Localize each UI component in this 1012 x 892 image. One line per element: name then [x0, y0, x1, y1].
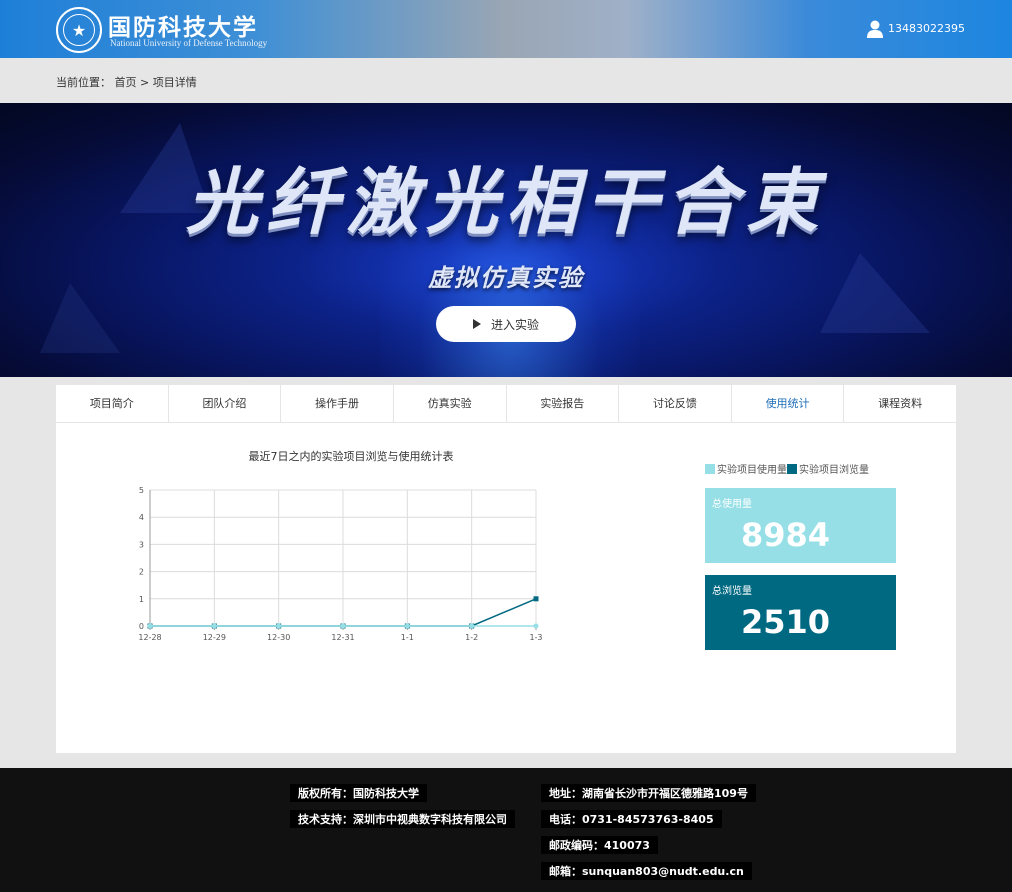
university-name-en: National University of Defense Technolog… — [110, 38, 268, 48]
chart-title: 最近7日之内的实验项目浏览与使用统计表 — [248, 450, 454, 463]
footer-phone: 电话：0731-84573763-8405 — [541, 810, 722, 828]
x-tick-label: 12-31 — [331, 633, 354, 642]
total-usage-label: 总使用量 — [712, 499, 752, 510]
data-point-usage — [211, 623, 217, 629]
total-usage-value: 8984 — [741, 516, 831, 554]
legend-swatch-usage — [705, 463, 715, 474]
user-phone[interactable]: 13483022395 — [888, 22, 965, 35]
y-tick-label: 5 — [139, 486, 144, 495]
tab-report[interactable]: 实验报告 — [507, 385, 620, 422]
breadcrumb-label: 当前位置： — [56, 76, 111, 89]
legend-swatch-views — [787, 463, 797, 474]
breadcrumb: 当前位置： 首页 > 项目详情 — [56, 74, 197, 90]
tab-team[interactable]: 团队介绍 — [169, 385, 282, 422]
y-tick-label: 3 — [139, 540, 144, 549]
x-tick-label: 12-28 — [138, 633, 161, 642]
total-views-card: 总浏览量 2510 — [705, 575, 896, 650]
tab-materials[interactable]: 课程资料 — [844, 385, 956, 422]
project-banner: 光纤激光相干合束 虚拟仿真实验 进入实验 — [0, 103, 1012, 377]
banner-decor-shard — [40, 283, 120, 353]
total-views-value: 2510 — [741, 603, 831, 641]
tab-intro[interactable]: 项目简介 — [56, 385, 169, 422]
legend-label-usage: 实验项目使用量 — [717, 465, 787, 476]
breadcrumb-home-link[interactable]: 首页 — [115, 76, 137, 89]
tab-statistics[interactable]: 使用统计 — [732, 385, 845, 422]
banner-subtitle: 虚拟仿真实验 — [428, 264, 584, 292]
data-point-views — [533, 596, 539, 602]
enter-experiment-label: 进入实验 — [490, 317, 539, 332]
y-tick-label: 0 — [139, 622, 144, 631]
total-usage-card: 总使用量 8984 — [705, 488, 896, 563]
chart-legend: 实验项目使用量 实验项目浏览量 — [705, 461, 869, 476]
tab-bar: 项目简介 团队介绍 操作手册 仿真实验 实验报告 讨论反馈 使用统计 课程资料 — [56, 385, 956, 423]
university-seal-logo[interactable]: ★ — [56, 7, 102, 53]
y-tick-label: 2 — [139, 568, 144, 577]
university-name-cn[interactable]: 国防科技大学 — [108, 8, 258, 42]
data-point-usage — [276, 623, 282, 629]
content-panel: 项目简介 团队介绍 操作手册 仿真实验 实验报告 讨论反馈 使用统计 课程资料 … — [56, 385, 956, 753]
data-point-usage — [340, 623, 346, 629]
play-icon — [472, 319, 481, 329]
top-header: ★ 国防科技大学 National University of Defense … — [0, 0, 1012, 58]
footer-address: 地址：湖南省长沙市开福区德雅路109号 — [541, 784, 756, 802]
x-tick-label: 1-1 — [401, 633, 414, 642]
enter-experiment-button[interactable]: 进入实验 — [436, 306, 576, 342]
data-point-usage — [147, 623, 153, 629]
legend-label-views: 实验项目浏览量 — [799, 465, 869, 476]
y-tick-label: 4 — [139, 513, 144, 522]
tab-feedback[interactable]: 讨论反馈 — [619, 385, 732, 422]
data-point-usage — [469, 623, 475, 629]
x-tick-label: 12-30 — [267, 633, 290, 642]
breadcrumb-current: > 项目详情 — [140, 76, 197, 89]
footer-email: 邮箱：sunquan803@nudt.edu.cn — [541, 862, 752, 880]
footer-copyright: 版权所有：国防科技大学 — [290, 784, 427, 802]
tab-simulation[interactable]: 仿真实验 — [394, 385, 507, 422]
usage-line-chart: 0 1 2 3 4 5 12-28 12-29 12-30 12-31 1-1 1-2 1-3 — [138, 486, 542, 642]
banner-title: 光纤激光相干合束 — [185, 160, 826, 244]
y-tick-label: 1 — [139, 595, 144, 604]
x-tick-label: 1-3 — [529, 633, 542, 642]
user-icon[interactable] — [867, 20, 883, 38]
footer-tech-support: 技术支持：深圳市中视典数字科技有限公司 — [290, 810, 515, 828]
footer-postcode: 邮政编码：410073 — [541, 836, 658, 854]
data-point-usage — [404, 623, 410, 629]
x-tick-label: 12-29 — [203, 633, 226, 642]
tab-manual[interactable]: 操作手册 — [281, 385, 394, 422]
site-footer: 版权所有：国防科技大学 技术支持：深圳市中视典数字科技有限公司 地址：湖南省长沙… — [0, 768, 1012, 892]
data-point-usage — [533, 623, 539, 629]
total-views-label: 总浏览量 — [712, 586, 752, 597]
x-tick-label: 1-2 — [465, 633, 478, 642]
